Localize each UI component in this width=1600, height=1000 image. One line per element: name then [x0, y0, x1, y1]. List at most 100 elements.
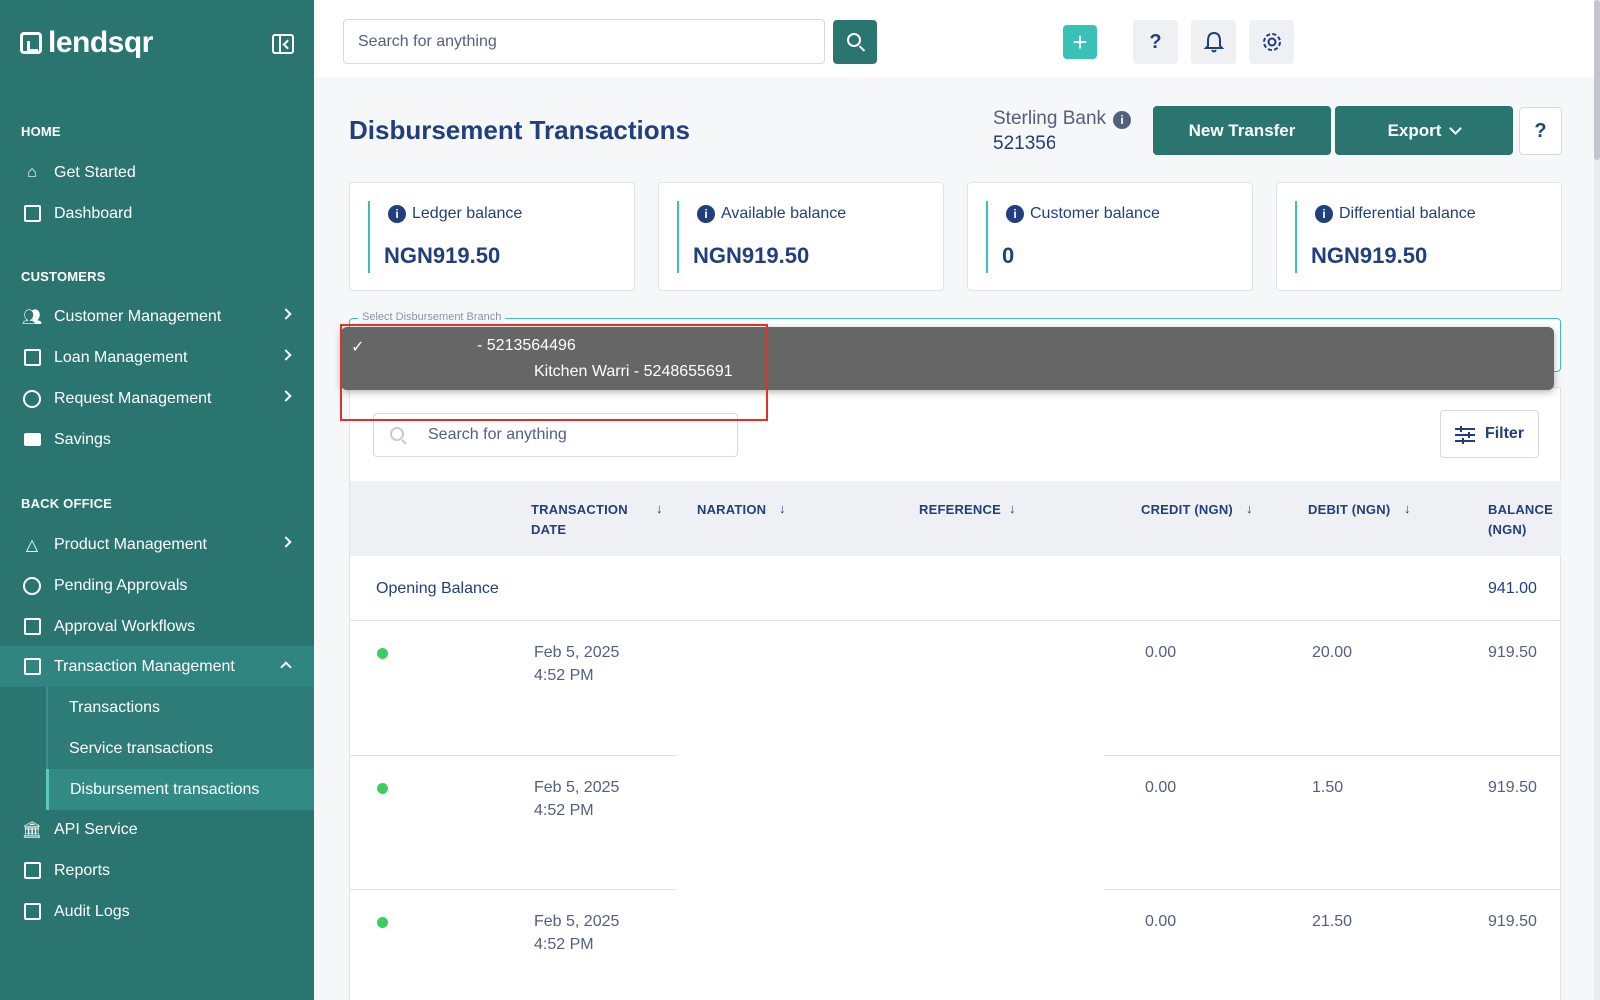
sort-icon[interactable]: ↓ — [1009, 501, 1016, 516]
column-header-credit[interactable]: CREDIT (NGN) — [1141, 500, 1233, 520]
status-dot — [377, 648, 388, 659]
gear-icon — [1262, 33, 1281, 51]
sort-icon[interactable]: ↓ — [779, 501, 786, 516]
sidebar-item-label: Service transactions — [69, 739, 214, 757]
card-accent-bar — [986, 201, 988, 273]
sidebar-item-label: Pending Approvals — [54, 576, 188, 594]
help-button[interactable]: ? — [1133, 20, 1178, 64]
card-label: i Available balance — [697, 205, 846, 223]
sidebar-item-product-management[interactable]: △ Product Management — [0, 524, 314, 565]
section-title-customers: CUSTOMERS — [21, 269, 106, 284]
export-button[interactable]: Export — [1335, 106, 1513, 155]
workflow-icon — [22, 617, 42, 637]
sidebar-item-savings[interactable]: Savings — [0, 419, 314, 460]
column-header-debit[interactable]: DEBIT (NGN) — [1308, 500, 1390, 520]
settings-button[interactable] — [1249, 20, 1294, 64]
branch-select-label: Select Disbursement Branch — [358, 311, 506, 323]
table-row-credit: 0.00 — [1145, 644, 1177, 661]
transactions-panel — [349, 387, 1561, 1000]
sidebar-subitem-disbursement-transactions[interactable]: Disbursement transactions — [46, 769, 314, 810]
info-icon[interactable]: i — [1315, 205, 1333, 223]
header-line: DATE — [531, 522, 567, 537]
sidebar-collapse-icon[interactable] — [272, 34, 294, 54]
new-transfer-button[interactable]: New Transfer — [1153, 106, 1331, 155]
sidebar-item-dashboard[interactable]: Dashboard — [0, 193, 314, 234]
sidebar: lendsqr HOME ⌂ Get Started Dashboard CUS… — [0, 0, 314, 1000]
plus-icon: + — [1072, 26, 1088, 57]
sort-icon[interactable]: ↓ — [1246, 501, 1253, 516]
sidebar-item-label: Disbursement transactions — [70, 780, 260, 798]
info-icon[interactable]: i — [1113, 111, 1131, 129]
card-label: i Ledger balance — [388, 205, 522, 223]
time-text: 4:52 PM — [534, 936, 594, 953]
info-icon[interactable]: i — [697, 205, 715, 223]
info-icon[interactable]: i — [388, 205, 406, 223]
table-row-debit: 20.00 — [1312, 644, 1353, 661]
sidebar-item-request-management[interactable]: Request Management — [0, 378, 314, 419]
sidebar-item-reports[interactable]: Reports — [0, 850, 314, 891]
sidebar-item-label: Get Started — [54, 163, 136, 181]
sort-icon[interactable]: ↓ — [1404, 501, 1411, 516]
bank-name: Sterling Bank — [993, 108, 1107, 129]
filter-button[interactable]: Filter — [1440, 410, 1539, 458]
home-icon: ⌂ — [27, 163, 37, 181]
sidebar-item-api-service[interactable]: 🏛︎ API Service — [0, 809, 314, 850]
notifications-button[interactable] — [1191, 20, 1236, 64]
sidebar-item-label: Loan Management — [54, 348, 188, 366]
header-line: TRANSACTION — [531, 502, 628, 517]
opening-balance-value: 941.00 — [1488, 580, 1537, 597]
filter-label: Filter — [1484, 425, 1525, 442]
dashboard-icon — [22, 204, 42, 224]
sidebar-item-loan-management[interactable]: Loan Management — [0, 337, 314, 378]
sidebar-item-customer-management[interactable]: 👥︎ Customer Management — [0, 296, 314, 337]
sidebar-item-transaction-management[interactable]: Transaction Management — [0, 646, 314, 687]
table-row-credit: 0.00 — [1145, 779, 1177, 796]
search-icon — [390, 427, 404, 441]
card-accent-bar — [677, 201, 679, 273]
column-header-naration[interactable]: NARATION — [697, 500, 766, 520]
sidebar-subitem-transactions[interactable]: Transactions — [46, 687, 314, 728]
global-search-button[interactable] — [833, 20, 877, 64]
search-icon — [847, 33, 861, 47]
global-search-placeholder: Search for anything — [358, 32, 497, 50]
info-icon[interactable]: i — [1006, 205, 1024, 223]
sidebar-item-get-started[interactable]: ⌂ Get Started — [0, 152, 314, 193]
page-scrollbar[interactable] — [1594, 0, 1600, 1000]
card-value: 0 — [1002, 243, 1015, 268]
section-title-back-office: BACK OFFICE — [21, 496, 113, 511]
sidebar-item-label: Request Management — [54, 389, 212, 407]
card-accent-bar — [1295, 201, 1297, 273]
sidebar-item-label: Savings — [54, 430, 111, 448]
chevron-up-icon — [280, 661, 292, 673]
row-divider — [350, 620, 1561, 621]
card-label-text: Ledger balance — [412, 205, 523, 222]
card-label: i Customer balance — [1006, 205, 1160, 223]
sidebar-item-audit-logs[interactable]: Audit Logs — [0, 891, 314, 932]
sidebar-item-approval-workflows[interactable]: Approval Workflows — [0, 606, 314, 647]
table-row-credit: 0.00 — [1145, 913, 1177, 930]
section-title-home: HOME — [21, 124, 61, 139]
table-row-balance: 919.50 — [1488, 779, 1537, 796]
table-row-date: Feb 5, 2025 4:52 PM — [534, 776, 619, 822]
column-header-transaction-date[interactable]: TRANSACTION DATE — [531, 500, 628, 540]
clock-icon — [22, 576, 42, 596]
users-icon: 👥︎ — [21, 308, 43, 326]
chevron-right-icon — [280, 536, 292, 548]
global-search-input[interactable]: Search for anything — [343, 19, 825, 64]
highlight-annotation-box — [340, 324, 768, 421]
column-header-reference[interactable]: REFERENCE — [919, 500, 1001, 520]
column-header-balance[interactable]: BALANCE (NGN) — [1488, 500, 1553, 540]
sliders-icon — [1454, 426, 1475, 444]
date-text: Feb 5, 2025 — [534, 644, 620, 661]
row-divider — [1104, 755, 1561, 756]
row-divider — [350, 755, 676, 756]
date-text: Feb 5, 2025 — [534, 913, 620, 930]
add-button[interactable]: + — [1063, 25, 1097, 59]
page-help-button[interactable]: ? — [1519, 107, 1562, 155]
logo[interactable]: lendsqr — [20, 26, 153, 60]
page-title: Disbursement Transactions — [349, 115, 690, 145]
sidebar-subitem-service-transactions[interactable]: Service transactions — [46, 728, 314, 769]
sidebar-item-pending-approvals[interactable]: Pending Approvals — [0, 565, 314, 606]
row-divider — [1104, 889, 1561, 890]
sort-icon[interactable]: ↓ — [656, 501, 663, 516]
